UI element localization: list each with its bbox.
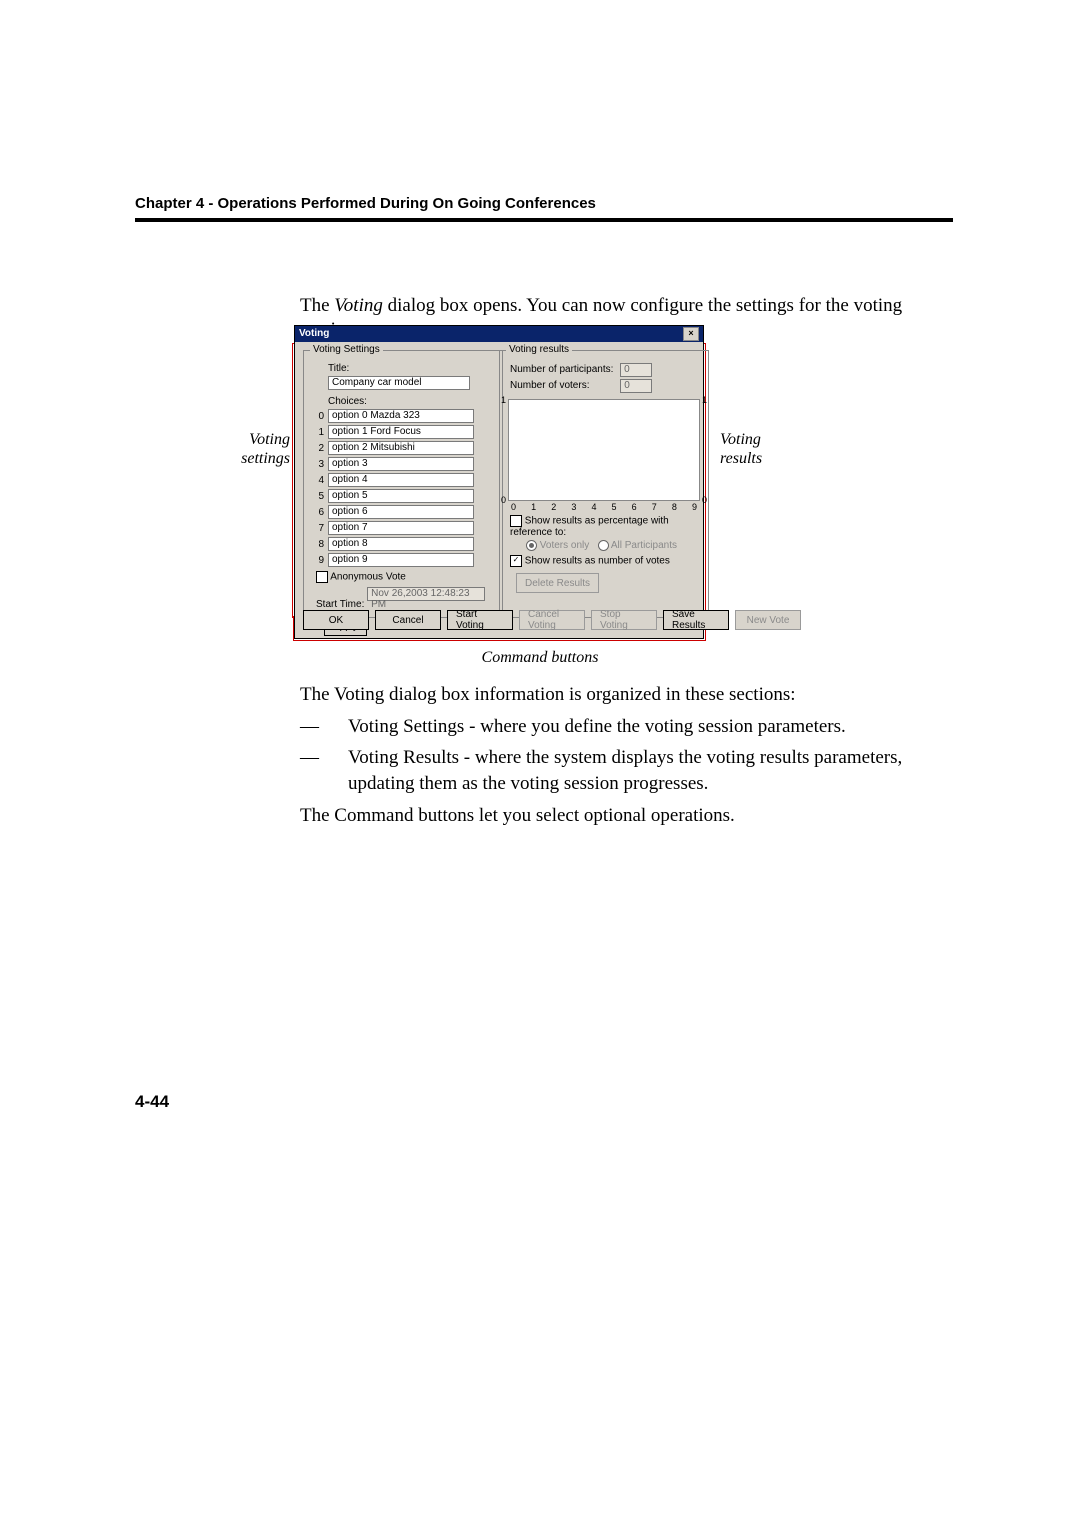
voters-label: Number of voters: [510,380,589,391]
chart-xticks: 0123456789 [509,502,699,512]
voting-results-group: Voting results Number of participants: 0… [499,350,709,618]
intro-em: Voting [334,295,383,316]
choices-label: Choices: [328,396,496,407]
voters-only-radio [526,540,537,551]
cancel-button[interactable]: Cancel [375,610,441,630]
choice-input-4[interactable]: option 4 [328,473,474,487]
voting-results-legend: Voting results [506,344,572,355]
show-pct-label: Show results as percentage with referenc… [510,516,669,538]
callout-label-results: Votingresults [720,430,795,468]
choice-input-6[interactable]: option 6 [328,505,474,519]
explanation-line2: The Command buttons let you select optio… [300,803,952,829]
delete-results-button: Delete Results [516,573,599,593]
title-input[interactable]: Company car model [328,376,470,390]
anonymous-checkbox[interactable] [316,571,328,583]
callout-label-settings: Votingsettings [215,430,290,468]
participants-value: 0 [620,363,652,377]
dialog-titlebar: Voting × [295,326,703,342]
choice-input-8[interactable]: option 8 [328,537,474,551]
intro-pre: The [300,295,334,316]
choice-input-5[interactable]: option 5 [328,489,474,503]
page-number: 4-44 [135,1092,169,1112]
start-voting-button[interactable]: Start Voting [447,610,513,630]
anonymous-label: Anonymous Vote [330,572,406,583]
choice-input-7[interactable]: option 7 [328,521,474,535]
dialog-title: Voting [299,326,329,342]
show-num-label: Show results as number of votes [525,556,670,567]
bullet-settings: Voting Settings - where you define the v… [300,714,952,740]
chapter-heading: Chapter 4 - Operations Performed During … [135,195,955,212]
voting-dialog-screenshot: Voting × Voting Settings Title: Company … [294,325,704,639]
close-icon[interactable]: × [683,327,699,341]
choice-input-9[interactable]: option 9 [328,553,474,567]
stop-voting-button: Stop Voting [591,610,657,630]
voting-settings-group: Voting Settings Title: Company car model… [303,350,503,618]
voting-settings-legend: Voting Settings [310,344,383,355]
results-chart: 1 0 1 0 0123456789 [508,399,700,501]
start-time-label: Start Time: [316,599,364,610]
start-time-value: Nov 26,2003 12:48:23 PM [367,587,485,601]
save-results-button[interactable]: Save Results [663,610,729,630]
header-rule [135,218,953,222]
voters-only-label: Voters only [540,540,589,551]
dialog-button-bar: OK Cancel Start Voting Cancel Voting Sto… [303,610,695,630]
command-buttons-caption: Command buttons [0,649,1080,667]
bullet-results: Voting Results - where the system displa… [300,745,952,796]
show-pct-checkbox[interactable] [510,515,522,527]
participants-label: Number of participants: [510,364,613,375]
new-vote-button: New Vote [735,610,801,630]
choice-input-2[interactable]: option 2 Mitsubishi [328,441,474,455]
title-label: Title: [328,363,496,374]
choice-input-0[interactable]: option 0 Mazda 323 [328,409,474,423]
explanation-block: The Voting dialog box information is org… [300,682,952,828]
voters-value: 0 [620,379,652,393]
choice-input-3[interactable]: option 3 [328,457,474,471]
show-num-checkbox[interactable]: ✓ [510,555,522,567]
all-participants-label: All Participants [611,540,677,551]
cancel-voting-button: Cancel Voting [519,610,585,630]
choice-input-1[interactable]: option 1 Ford Focus [328,425,474,439]
all-participants-radio [598,540,609,551]
ok-button[interactable]: OK [303,610,369,630]
